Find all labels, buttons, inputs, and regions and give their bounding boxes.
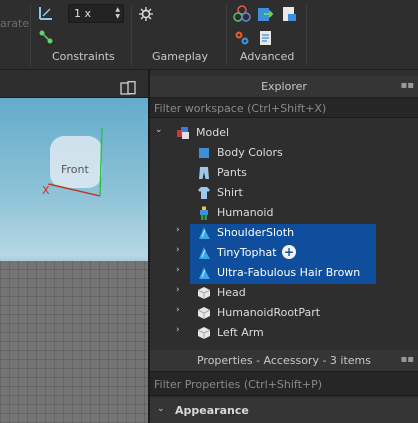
orientation-axes-icon — [40, 126, 110, 210]
more-options-icon[interactable]: ▪▪ — [400, 354, 414, 365]
explorer-filter-bar — [150, 98, 418, 118]
insert-object-icon[interactable]: + — [282, 245, 296, 259]
tree-item-label: ShoulderSloth — [217, 226, 295, 239]
expand-chevron-icon[interactable]: › — [176, 285, 180, 295]
tree-item-label: Shirt — [217, 186, 243, 199]
document-edit-icon[interactable] — [257, 29, 275, 51]
ribbon-divider — [306, 4, 307, 66]
viewport-toolbar — [0, 76, 148, 98]
properties-filter-input[interactable] — [154, 376, 409, 392]
explorer-title: Explorer — [261, 80, 307, 93]
accessory-icon — [197, 245, 211, 259]
baseplate-ground — [0, 261, 148, 423]
expand-chevron-icon[interactable]: › — [176, 265, 180, 275]
ribbon-divider — [131, 4, 132, 66]
faded-ribbon-label: arate — [0, 17, 30, 30]
collapse-chevron-icon[interactable]: ⌄ — [157, 404, 165, 414]
pants-icon — [197, 165, 211, 179]
device-emulator-icon[interactable] — [120, 80, 136, 99]
properties-filter-bar — [150, 372, 418, 396]
stepper-arrows-icon[interactable]: ▲ ▼ — [115, 6, 120, 20]
materials-icon[interactable] — [233, 5, 251, 27]
part-icon — [197, 285, 211, 299]
tree-item-ultra-fabulous-hair[interactable]: › Ultra-Fabulous Hair Brown — [150, 262, 418, 282]
constraint-icon[interactable] — [38, 29, 54, 49]
tree-item-label: Humanoid — [217, 206, 274, 219]
move-increment-icon[interactable] — [38, 5, 54, 25]
gameplay-group-label: Gameplay — [152, 50, 209, 63]
gameplay-settings-icon[interactable] — [138, 6, 154, 26]
explorer-tree: ⌄ Model Body Colors Pants Shirt Humanoid… — [150, 120, 418, 348]
increment-stepper[interactable]: 1 x ▲ ▼ — [68, 4, 124, 23]
shirt-icon — [197, 185, 211, 199]
tree-item-tiny-tophat[interactable]: › TinyTophat + — [150, 242, 418, 262]
expand-chevron-icon[interactable]: › — [176, 305, 180, 315]
tree-item-label: Model — [196, 126, 230, 139]
tree-item-body-colors[interactable]: Body Colors — [150, 142, 418, 162]
x-axis-label: X — [42, 184, 50, 197]
explorer-filter-input[interactable] — [154, 100, 409, 116]
tree-item-humanoid-root-part[interactable]: › HumanoidRootPart — [150, 302, 418, 322]
more-options-icon[interactable]: ▪▪ — [400, 80, 414, 91]
tree-item-label: TinyTophat — [217, 246, 277, 259]
script-run-icon[interactable] — [256, 5, 274, 27]
tree-item-label: Head — [217, 286, 246, 299]
constraints-group-label: Constraints — [52, 50, 115, 63]
ribbon-toolbar: arate 1 x ▲ ▼ Constraints Gameplay Advan… — [0, 0, 418, 70]
collapse-chevron-icon[interactable]: ⌄ — [155, 125, 163, 135]
tree-item-label: Left Arm — [217, 326, 264, 339]
accessory-icon — [197, 265, 211, 279]
tree-item-label: Pants — [217, 166, 247, 179]
properties-header: Properties - Accessory - 3 items ▪▪ — [150, 350, 418, 372]
tree-item-shirt[interactable]: Shirt — [150, 182, 418, 202]
ribbon-divider — [30, 4, 31, 66]
section-title: Appearance — [175, 404, 249, 417]
increment-value: 1 x — [74, 7, 92, 20]
ribbon-divider — [226, 4, 227, 66]
expand-chevron-icon[interactable]: › — [176, 325, 180, 335]
studio-window: arate 1 x ▲ ▼ Constraints Gameplay Advan… — [0, 0, 418, 423]
tree-item-humanoid[interactable]: Humanoid — [150, 202, 418, 222]
tree-item-model[interactable]: ⌄ Model — [150, 122, 418, 142]
tree-item-label: HumanoidRootPart — [217, 306, 321, 319]
part-icon — [197, 325, 211, 339]
tree-item-pants[interactable]: Pants — [150, 162, 418, 182]
accessory-icon — [197, 225, 211, 239]
appearance-section-header[interactable]: ⌄ Appearance — [150, 398, 418, 423]
properties-title: Properties - Accessory - 3 items — [196, 354, 371, 367]
model-icon — [176, 125, 190, 139]
tree-item-head[interactable]: › Head — [150, 282, 418, 302]
part-icon — [197, 305, 211, 319]
advanced-group-label: Advanced — [240, 50, 295, 63]
explorer-header: Explorer ▪▪ — [150, 76, 418, 98]
tree-item-label: Body Colors — [217, 146, 283, 159]
script-document-icon[interactable] — [280, 5, 298, 27]
tree-item-label: Ultra-Fabulous Hair Brown — [217, 266, 361, 279]
tree-item-shoulder-sloth[interactable]: › ShoulderSloth — [150, 222, 418, 242]
3d-viewport[interactable]: Front X — [0, 76, 148, 423]
body-colors-icon — [197, 145, 211, 159]
humanoid-icon — [197, 205, 211, 220]
plugin-gears-icon[interactable] — [233, 29, 251, 51]
tree-item-left-arm[interactable]: › Left Arm — [150, 322, 418, 342]
expand-chevron-icon[interactable]: › — [176, 225, 180, 235]
expand-chevron-icon[interactable]: › — [176, 245, 180, 255]
